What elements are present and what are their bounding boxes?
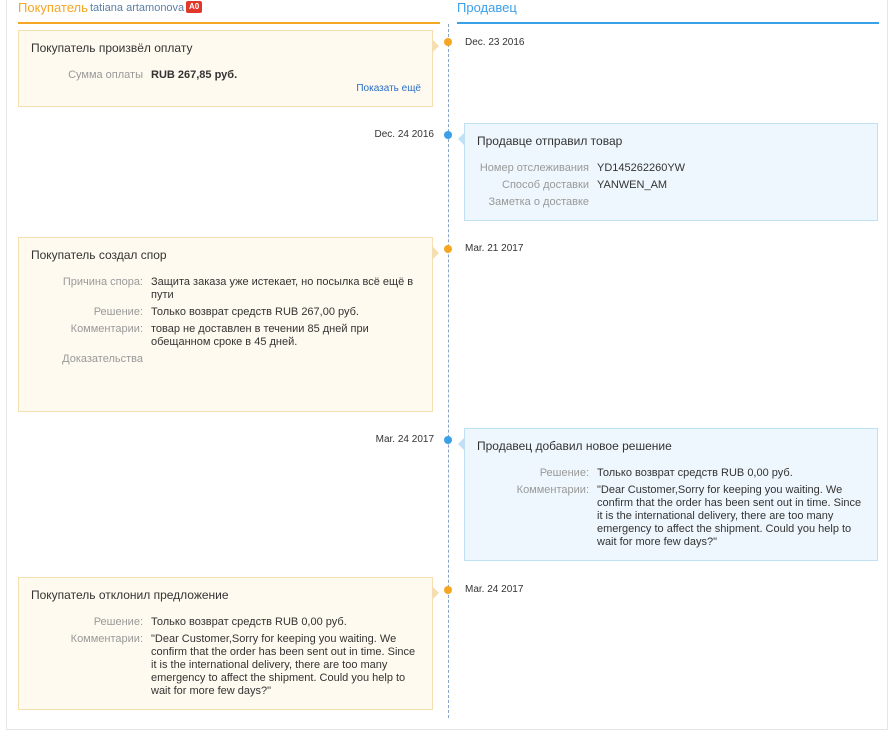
field-row: Причина спора: Защита заказа уже истекае… bbox=[31, 276, 420, 302]
shipping-note bbox=[597, 196, 865, 209]
event-title: Продавец добавил новое решение bbox=[477, 439, 672, 453]
field-label: Комментарии: bbox=[70, 633, 143, 645]
field-value: "Dear Customer,Sorry for keeping you wai… bbox=[597, 484, 862, 548]
event-date: Mar. 24 2017 bbox=[465, 584, 524, 595]
event-card-shipped: Продавце отправил товар Номер отслеживан… bbox=[458, 123, 878, 221]
field-label: Причина спора: bbox=[62, 276, 143, 288]
event-title: Покупатель создал спор bbox=[31, 248, 167, 262]
field-row: Комментарии: "Dear Customer,Sorry for ke… bbox=[31, 633, 420, 698]
seller-column-title: Продавец bbox=[457, 0, 517, 15]
field-value: RUB 267,85 руб. bbox=[151, 69, 238, 81]
field-row: Комментарии: товар не доставлен в течени… bbox=[31, 323, 420, 349]
event-date: Dec. 23 2016 bbox=[465, 37, 525, 48]
event-title: Покупатель произвёл оплату bbox=[31, 41, 193, 55]
field-row: Решение: Только возврат средств RUB 0,00… bbox=[31, 616, 420, 629]
field-row: Комментарии: "Dear Customer,Sorry for ke… bbox=[477, 484, 865, 549]
buyer-username[interactable]: tatiana artamonova bbox=[90, 2, 184, 14]
timeline-dot-seller bbox=[444, 436, 452, 444]
seller-column-header: Продавец bbox=[457, 0, 879, 24]
field-label: Способ доставки bbox=[502, 179, 589, 191]
event-card-rejected: Покупатель отклонил предложение Решение:… bbox=[18, 577, 439, 710]
field-row: Доказательства bbox=[31, 353, 420, 366]
buyer-level-badge: A0 bbox=[186, 1, 203, 13]
field-value: Защита заказа уже истекает, но посылка в… bbox=[151, 276, 414, 301]
field-row: Решение: Только возврат средств RUB 0,00… bbox=[477, 467, 865, 480]
field-row: Заметка о доставке bbox=[477, 196, 865, 209]
event-date: Dec. 24 2016 bbox=[374, 129, 435, 140]
buyer-column-title: Покупатель bbox=[18, 0, 88, 15]
event-date: Mar. 24 2017 bbox=[375, 434, 434, 445]
timeline-dot-buyer bbox=[444, 245, 452, 253]
timeline-dot-seller bbox=[444, 131, 452, 139]
event-title: Продавце отправил товар bbox=[477, 134, 623, 148]
field-value: Только возврат средств RUB 267,00 руб. bbox=[151, 306, 359, 318]
field-label: Комментарии: bbox=[70, 323, 143, 335]
field-label: Заметка о доставке bbox=[488, 196, 589, 208]
field-row: Сумма оплаты RUB 267,85 руб. bbox=[31, 69, 420, 82]
field-row: Номер отслеживания YD145262260YW bbox=[477, 162, 865, 175]
field-value: "Dear Customer,Sorry for keeping you wai… bbox=[151, 633, 416, 697]
tracking-number: YD145262260YW bbox=[597, 162, 686, 174]
event-title: Покупатель отклонил предложение bbox=[31, 588, 229, 602]
field-value: товар не доставлен в течении 85 дней при… bbox=[151, 323, 369, 348]
field-label: Решение: bbox=[93, 616, 143, 628]
field-label: Доказательства bbox=[62, 353, 143, 365]
event-card-payment: Покупатель произвёл оплату Сумма оплаты … bbox=[18, 30, 439, 107]
field-label: Сумма оплаты bbox=[68, 69, 143, 81]
buyer-column-header: Покупатель tatiana artamonova A0 bbox=[18, 0, 440, 24]
event-card-seller-solution: Продавец добавил новое решение Решение: … bbox=[458, 428, 878, 561]
timeline-axis bbox=[448, 24, 449, 718]
field-row: Решение: Только возврат средств RUB 267,… bbox=[31, 306, 420, 319]
field-label: Решение: bbox=[539, 467, 589, 479]
timeline-dot-buyer bbox=[444, 38, 452, 46]
field-label: Комментарии: bbox=[516, 484, 589, 496]
shipping-method: YANWEN_AM bbox=[597, 179, 668, 191]
show-more-link[interactable]: Показать ещё bbox=[356, 83, 421, 94]
field-value: Только возврат средств RUB 0,00 руб. bbox=[597, 467, 793, 479]
field-label: Номер отслеживания bbox=[479, 162, 589, 174]
field-value bbox=[151, 353, 420, 366]
timeline-dot-buyer bbox=[444, 586, 452, 594]
field-value: Только возврат средств RUB 0,00 руб. bbox=[151, 616, 347, 628]
field-label: Решение: bbox=[93, 306, 143, 318]
event-card-dispute: Покупатель создал спор Причина спора: За… bbox=[18, 237, 439, 412]
event-date: Mar. 21 2017 bbox=[465, 243, 524, 254]
field-row: Способ доставки YANWEN_AM bbox=[477, 179, 865, 192]
